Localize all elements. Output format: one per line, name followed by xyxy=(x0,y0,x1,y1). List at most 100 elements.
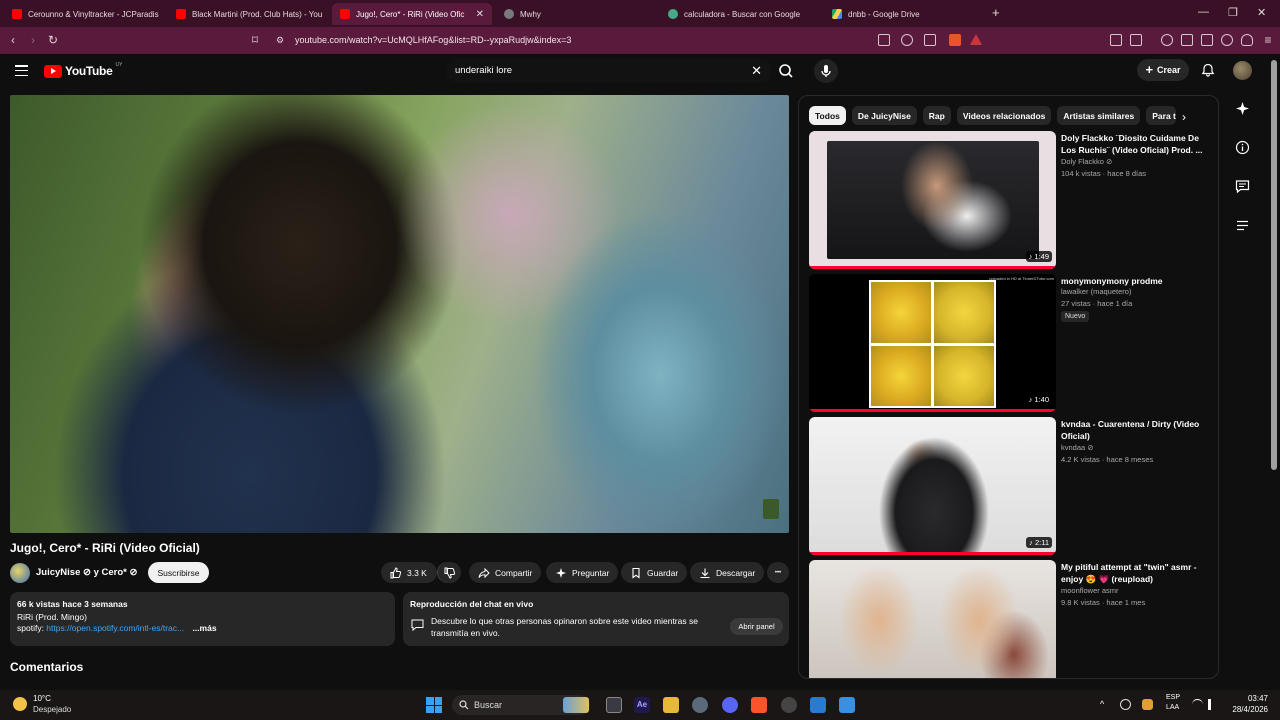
like-button[interactable]: 3.3 K xyxy=(381,562,437,583)
recommended-video[interactable]: ♪ 2:11 kvndaa - Cuarentena / Dirty (Vide… xyxy=(809,417,1209,555)
channel-name[interactable]: Doly Flackko ⊘ xyxy=(1061,157,1112,166)
share-icon[interactable] xyxy=(924,34,936,46)
forward-icon[interactable]: › xyxy=(26,33,40,47)
file-explorer-icon[interactable] xyxy=(663,697,679,713)
tab-mwhy[interactable]: Mwhy xyxy=(496,3,656,25)
sidebar-icon[interactable] xyxy=(1181,34,1193,46)
paint-icon[interactable] xyxy=(839,697,855,713)
close-tab-icon[interactable]: ✕ xyxy=(476,9,484,20)
page-scrollbar[interactable] xyxy=(1271,60,1277,470)
clock-time[interactable]: 03:47 xyxy=(1228,694,1268,703)
channel-name[interactable]: kvndaa ⊘ xyxy=(1061,443,1094,452)
save-button[interactable]: Guardar xyxy=(621,562,688,583)
windows-start-icon[interactable] xyxy=(426,697,442,713)
video-title[interactable]: monymonymony prodme xyxy=(1061,275,1209,287)
weather-temperature[interactable]: 10°C xyxy=(33,694,51,703)
chip-videos-relacionados[interactable]: Videos relacionados xyxy=(956,106,1052,125)
wallet-icon[interactable] xyxy=(1201,34,1213,46)
clock-date[interactable]: 28/4/2026 xyxy=(1218,705,1268,714)
account-avatar[interactable] xyxy=(1233,61,1252,80)
channel-name[interactable]: moonflower asmr xyxy=(1061,586,1119,595)
input-language[interactable]: ESP xyxy=(1166,694,1180,701)
brave-browser-icon[interactable] xyxy=(751,697,767,713)
tab-cerounno[interactable]: Cerounno & Vinyltracker - JCParadis xyxy=(4,3,162,25)
tab-google-drive[interactable]: dnbb - Google Drive xyxy=(824,3,984,25)
extension-icon[interactable] xyxy=(1110,34,1122,46)
dislike-button[interactable] xyxy=(437,562,461,583)
ask-button[interactable]: Preguntar xyxy=(546,562,619,583)
recommended-video[interactable]: ♪ 1:49 Doly Flackko ¨Diosito Cuidame De … xyxy=(809,131,1209,269)
video-thumbnail[interactable]: ♪ 1:49 xyxy=(809,131,1056,269)
search-input[interactable]: underaiki lore ✕ xyxy=(446,59,772,83)
tab-jugo-riri[interactable]: Jugo!, Cero* - RiRi (Video Ofic ✕ xyxy=(332,3,492,25)
video-player[interactable] xyxy=(10,95,789,533)
task-view-icon[interactable] xyxy=(606,697,622,713)
sync-icon[interactable] xyxy=(1120,699,1131,710)
channel-name[interactable]: JuicyNise ⊘ y Cero* ⊘ xyxy=(36,567,137,578)
tab-black-martini[interactable]: Black Martini (Prod. Club Hats) - You xyxy=(168,3,328,25)
menu-icon[interactable]: ≡ xyxy=(1261,33,1275,47)
cast-icon[interactable] xyxy=(878,34,890,46)
site-info-icon[interactable]: ⚙ xyxy=(273,33,287,47)
playlist-icon[interactable] xyxy=(1235,218,1250,233)
channel-name[interactable]: lawalker (maquetero) xyxy=(1061,287,1131,296)
channel-watermark-icon[interactable] xyxy=(763,499,779,519)
video-thumbnail[interactable] xyxy=(809,560,1056,678)
download-button[interactable]: Descargar xyxy=(690,562,765,583)
voice-search-button[interactable] xyxy=(814,59,838,83)
search-highlight-icon[interactable] xyxy=(563,697,589,713)
close-window-icon[interactable]: ✕ xyxy=(1257,6,1266,19)
video-title[interactable]: My pitiful attempt at "twin" asmr - enjo… xyxy=(1061,561,1209,585)
wifi-icon[interactable] xyxy=(1192,699,1203,710)
bookmark-icon[interactable]: ⌑ xyxy=(248,33,262,47)
weather-moon-icon[interactable] xyxy=(13,697,27,711)
channel-avatar[interactable] xyxy=(10,563,30,583)
video-title[interactable]: kvndaa - Cuarentena / Dirty (Video Ofici… xyxy=(1061,418,1209,442)
subscribe-button[interactable]: Suscribirse xyxy=(148,562,209,583)
ai-sparkle-icon[interactable] xyxy=(1235,101,1250,116)
back-icon[interactable]: ‹ xyxy=(6,33,20,47)
leo-icon[interactable] xyxy=(1221,34,1233,46)
keyboard-layout[interactable]: LAA xyxy=(1166,704,1179,711)
photos-icon[interactable] xyxy=(810,697,826,713)
maximize-icon[interactable]: ❐ xyxy=(1228,6,1238,19)
show-hidden-icons[interactable]: ^ xyxy=(1100,699,1111,710)
open-panel-button[interactable]: Abrir panel xyxy=(730,618,783,635)
description-box[interactable]: 66 k vistas hace 3 semanas RiRi (Prod. M… xyxy=(10,592,395,646)
url-field[interactable]: youtube.com/watch?v=UcMQLHfAFog&list=RD-… xyxy=(295,32,875,49)
weather-description[interactable]: Despejado xyxy=(33,705,71,714)
youtube-logo[interactable]: YouTube UY xyxy=(44,62,122,78)
more-actions-button[interactable]: ••• xyxy=(767,562,789,583)
after-effects-icon[interactable]: Ae xyxy=(634,697,650,713)
chevron-right-icon[interactable]: › xyxy=(1182,110,1186,124)
share-button[interactable]: Compartir xyxy=(469,562,542,583)
video-thumbnail[interactable]: ♪ 2:11 xyxy=(809,417,1056,555)
vpn-icon[interactable] xyxy=(1241,34,1253,46)
extension-icon[interactable] xyxy=(1130,34,1142,46)
zoom-icon[interactable] xyxy=(901,34,913,46)
video-title[interactable]: Doly Flackko ¨Diosito Cuidame De Los Ruc… xyxy=(1061,132,1209,156)
spotify-link[interactable]: https://open.spotify.com/intl-es/trac... xyxy=(46,623,184,633)
minimize-icon[interactable]: — xyxy=(1198,6,1209,18)
brave-rewards-icon[interactable] xyxy=(970,34,982,45)
info-icon[interactable] xyxy=(1235,140,1250,155)
hamburger-menu-icon[interactable] xyxy=(15,65,28,77)
create-button[interactable]: + Crear xyxy=(1137,59,1189,81)
chip-rap[interactable]: Rap xyxy=(922,106,951,125)
search-button[interactable] xyxy=(772,59,800,83)
search-query[interactable]: underaiki lore xyxy=(455,65,512,76)
discord-icon[interactable] xyxy=(722,697,738,713)
recommended-video[interactable]: My pitiful attempt at "twin" asmr - enjo… xyxy=(809,560,1209,678)
video-thumbnail[interactable]: uploaded in HD at TinnerDTube.com ♪ 1:40 xyxy=(809,274,1056,412)
settings-icon[interactable] xyxy=(692,697,708,713)
microphone-tray-icon[interactable] xyxy=(1142,699,1153,710)
chat-icon[interactable] xyxy=(1235,179,1250,194)
notifications-bell-icon[interactable] xyxy=(1201,63,1215,77)
chip-todos[interactable]: Todos xyxy=(809,106,846,125)
new-tab-icon[interactable]: + xyxy=(992,5,1000,20)
chip-de-juicynise[interactable]: De JuicyNise xyxy=(851,106,917,125)
show-more-link[interactable]: ...más xyxy=(192,623,216,633)
tab-calculadora[interactable]: calculadora - Buscar con Google xyxy=(660,3,820,25)
reload-icon[interactable]: ↻ xyxy=(46,33,60,47)
steam-icon[interactable] xyxy=(781,697,797,713)
